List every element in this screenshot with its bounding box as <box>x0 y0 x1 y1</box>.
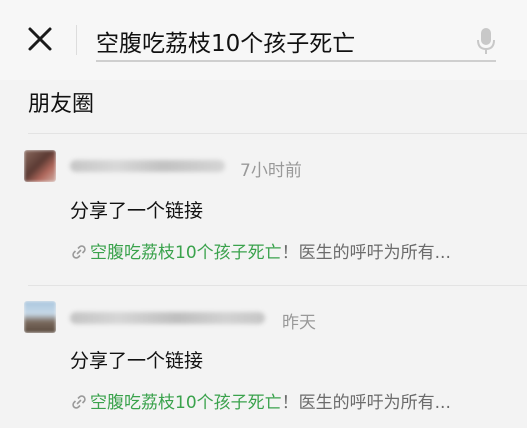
close-icon <box>28 27 52 51</box>
link-rest: ！医生的呼吁为所有... <box>281 243 451 263</box>
post-time: 昨天 <box>282 313 316 333</box>
shared-label: 分享了一个链接 <box>70 200 204 222</box>
close-button[interactable] <box>22 21 62 61</box>
link-row[interactable]: 空腹吃荔枝10个孩子死亡！医生的呼吁为所有... <box>70 238 500 263</box>
result-divider <box>28 285 527 286</box>
search-bar: 空腹吃荔枝10个孩子死亡 <box>0 0 527 80</box>
link-highlight: 空腹吃荔枝10个孩子死亡 <box>90 243 282 263</box>
link-icon <box>72 395 86 409</box>
mic-icon[interactable] <box>476 27 496 55</box>
avatar <box>24 301 56 333</box>
user-name-blurred <box>70 312 265 324</box>
section-divider <box>28 133 527 134</box>
search-separator <box>76 25 77 55</box>
user-name-blurred <box>70 160 225 172</box>
section-title: 朋友圈 <box>28 92 95 117</box>
search-input[interactable]: 空腹吃荔枝10个孩子死亡 <box>96 18 496 62</box>
search-query-text: 空腹吃荔枝10个孩子死亡 <box>96 31 356 57</box>
shared-label: 分享了一个链接 <box>70 350 204 372</box>
avatar <box>24 150 56 182</box>
link-icon <box>72 245 86 259</box>
link-row[interactable]: 空腹吃荔枝10个孩子死亡！医生的呼吁为所有... <box>70 388 500 413</box>
link-highlight: 空腹吃荔枝10个孩子死亡 <box>90 393 282 413</box>
post-time: 7小时前 <box>240 161 302 181</box>
link-rest: ！医生的呼吁为所有... <box>281 393 451 413</box>
